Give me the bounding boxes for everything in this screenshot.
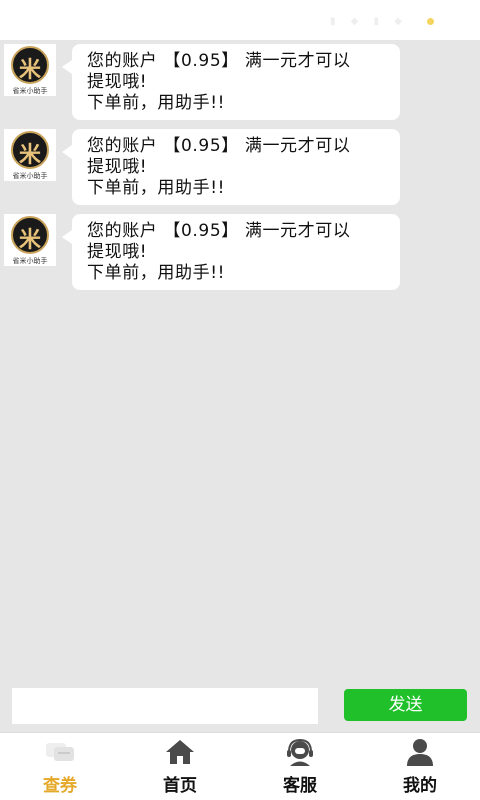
tab-label: 我的 <box>403 776 437 796</box>
logo-glyph: 米 <box>18 227 41 253</box>
message-text: 您的账户 【0.95】 满一元才可以 提现哦! 下单前，用助手!! <box>87 221 351 283</box>
avatar-caption: 省米小助手 <box>12 172 48 180</box>
tab-me[interactable]: 我的 <box>360 733 480 800</box>
logo-glyph: 米 <box>18 57 41 83</box>
bottom-tab-bar: 查券 首页 客服 我的 <box>0 732 480 800</box>
message-input[interactable] <box>12 688 318 724</box>
rice-logo-icon: 米 <box>11 46 49 84</box>
status-icons: ▮ ◆ ▮ ◆ <box>330 16 408 27</box>
tab-customer-service[interactable]: 客服 <box>240 733 360 800</box>
tab-coupon[interactable]: 查券 <box>0 733 120 800</box>
message-bubble[interactable]: 您的账户 【0.95】 满一元才可以 提现哦! 下单前，用助手!! <box>62 44 400 120</box>
logo-glyph: 米 <box>18 142 41 168</box>
tab-label: 客服 <box>283 776 317 796</box>
rice-logo-icon: 米 <box>11 216 49 254</box>
tab-label: 首页 <box>163 776 197 796</box>
avatar[interactable]: 米 省米小助手 <box>4 44 56 96</box>
chat-area: 米 省米小助手 您的账户 【0.95】 满一元才可以 提现哦! 下单前，用助手!… <box>0 40 480 680</box>
message-bubble[interactable]: 您的账户 【0.95】 满一元才可以 提现哦! 下单前，用助手!! <box>62 214 400 290</box>
status-bar: ▮ ◆ ▮ ◆ <box>0 0 480 40</box>
coupon-icon <box>46 743 74 761</box>
user-icon <box>407 739 433 766</box>
composer-bar: 发送 <box>0 680 480 732</box>
tab-label: 查券 <box>43 776 77 796</box>
rice-logo-icon: 米 <box>11 131 49 169</box>
avatar[interactable]: 米 省米小助手 <box>4 214 56 266</box>
message-bubble[interactable]: 您的账户 【0.95】 满一元才可以 提现哦! 下单前，用助手!! <box>62 129 400 205</box>
send-button[interactable]: 发送 <box>344 689 467 721</box>
message-row: 米 省米小助手 您的账户 【0.95】 满一元才可以 提现哦! 下单前，用助手!… <box>0 125 480 205</box>
message-row: 米 省米小助手 您的账户 【0.95】 满一元才可以 提现哦! 下单前，用助手!… <box>0 40 480 120</box>
home-icon <box>166 740 194 764</box>
status-dot-icon <box>427 18 434 25</box>
avatar-caption: 省米小助手 <box>12 87 48 95</box>
message-text: 您的账户 【0.95】 满一元才可以 提现哦! 下单前，用助手!! <box>87 51 351 113</box>
message-text: 您的账户 【0.95】 满一元才可以 提现哦! 下单前，用助手!! <box>87 136 351 198</box>
avatar[interactable]: 米 省米小助手 <box>4 129 56 181</box>
avatar-caption: 省米小助手 <box>12 257 48 265</box>
message-row: 米 省米小助手 您的账户 【0.95】 满一元才可以 提现哦! 下单前，用助手!… <box>0 210 480 290</box>
customer-service-icon <box>287 738 313 766</box>
tab-home[interactable]: 首页 <box>120 733 240 800</box>
